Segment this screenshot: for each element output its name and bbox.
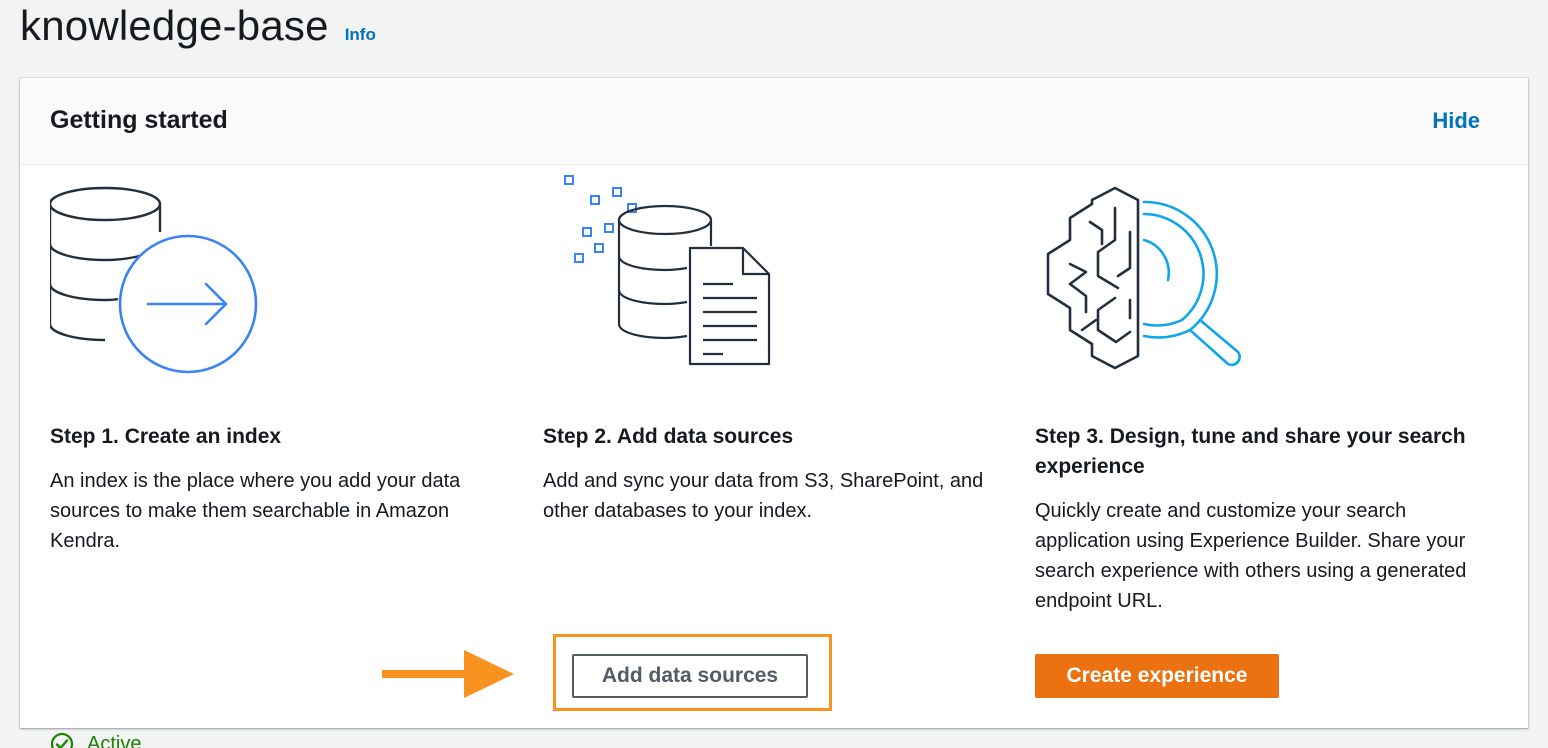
status-label: Active xyxy=(87,732,142,748)
brain-search-icon xyxy=(1046,186,1241,370)
page-header: knowledge-base Info xyxy=(20,2,376,58)
database-arrow-icon xyxy=(50,186,258,374)
step-3-column: Step 3. Design, tune and share your sear… xyxy=(1035,164,1505,728)
step-3-title: Step 3. Design, tune and share your sear… xyxy=(1035,425,1466,478)
page: knowledge-base Info Getting started Hide xyxy=(0,0,1548,748)
step-1-description: An index is the place where you add your… xyxy=(50,470,461,552)
step-2-title: Step 2. Add data sources xyxy=(543,425,794,448)
panel-header: Getting started Hide xyxy=(20,78,1528,165)
step-1-title: Step 1. Create an index xyxy=(50,425,282,448)
create-experience-button[interactable]: Create experience xyxy=(1035,654,1279,698)
database-document-icon xyxy=(564,175,771,366)
annotation-arrow-icon xyxy=(382,650,514,698)
hide-link[interactable]: Hide xyxy=(1432,108,1480,134)
step-3-description: Quickly create and customize your search… xyxy=(1035,500,1467,612)
check-circle-icon xyxy=(50,732,74,748)
getting-started-panel: Getting started Hide Step 1. Create an i… xyxy=(20,78,1528,748)
add-data-sources-button[interactable]: Add data sources xyxy=(572,654,808,698)
panel-title: Getting started xyxy=(50,106,228,134)
info-link[interactable]: Info xyxy=(345,25,376,45)
page-title: knowledge-base xyxy=(20,2,329,49)
step-1-column: Step 1. Create an index An index is the … xyxy=(50,164,510,748)
step-2-description: Add and sync your data from S3, SharePoi… xyxy=(543,470,984,522)
step-1-status: Active xyxy=(50,732,141,748)
